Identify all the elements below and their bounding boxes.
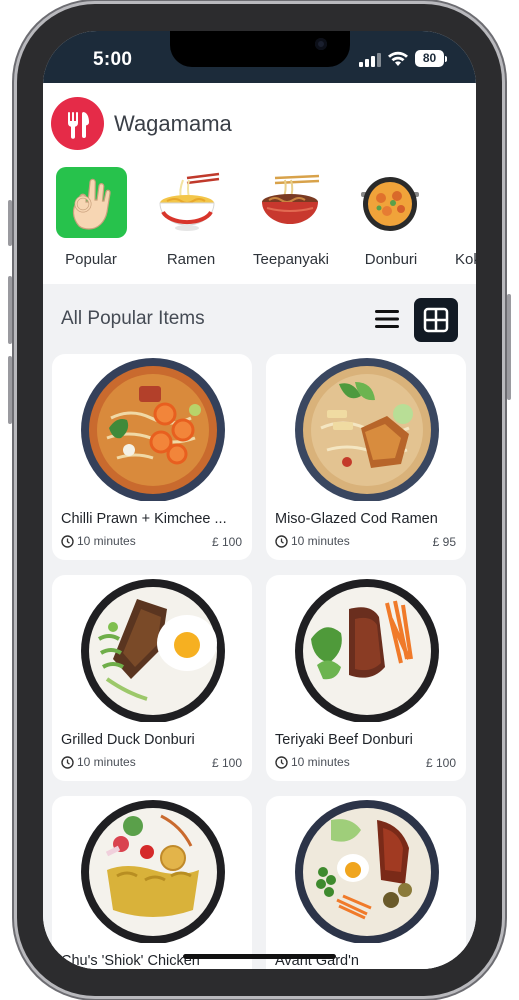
signal-icon: [359, 53, 381, 67]
home-indicator[interactable]: [183, 954, 336, 959]
items-section: All Popular Items Chilli Prawn + Kimchee…: [43, 284, 476, 969]
item-name: Grilled Duck Donburi: [61, 732, 195, 748]
food-card[interactable]: Miso-Glazed Cod Ramen 10 minutes £ 95: [266, 354, 466, 560]
chicken-bowl-image: [81, 800, 225, 943]
ramen-bowl-icon: [154, 167, 226, 239]
status-time: 5:00: [93, 49, 133, 70]
prep-time: 10 minutes: [61, 534, 136, 548]
app-title: Wagamama: [114, 111, 232, 136]
category-popular[interactable]: Popular: [43, 167, 133, 277]
avant-gardn-image: [295, 800, 439, 943]
category-partial[interactable]: Kok: [443, 167, 476, 277]
section-title: All Popular Items: [61, 308, 205, 329]
item-price: £ 95: [432, 535, 456, 549]
app-header: Wagamama: [43, 83, 476, 163]
prep-time: 10 minutes: [275, 534, 350, 548]
category-donburi[interactable]: Donburi: [343, 167, 433, 277]
camera-icon: [315, 38, 327, 50]
grid-view-icon[interactable]: [414, 298, 458, 342]
cod-ramen-image: [295, 358, 439, 501]
clock-icon: [275, 755, 288, 769]
food-card[interactable]: Avant Gard'n: [266, 796, 466, 969]
list-view-icon[interactable]: [373, 305, 401, 333]
food-card[interactable]: Chu's 'Shiok' Chicken: [52, 796, 252, 969]
app-screen: 5:00 80 Wagamama Popular Ramen Teepanyak…: [43, 31, 476, 969]
category-teepanyaki[interactable]: Teepanyaki: [243, 167, 333, 277]
beef-donburi-image: [295, 579, 439, 722]
clock-icon: [61, 534, 74, 548]
power-button: [507, 294, 511, 400]
category-label: Kok: [455, 251, 476, 268]
noodle-bowl-icon: [254, 167, 326, 239]
battery-indicator: 80: [415, 50, 447, 67]
category-label: Popular: [65, 251, 117, 268]
silent-switch: [8, 200, 12, 246]
food-card[interactable]: Grilled Duck Donburi 10 minutes £ 100: [52, 575, 252, 781]
status-bar: 5:00 80: [43, 31, 476, 83]
category-label: Teepanyaki: [253, 251, 329, 268]
category-ramen[interactable]: Ramen: [143, 167, 233, 277]
clock-icon: [61, 755, 74, 769]
item-name: Teriyaki Beef Donburi: [275, 732, 413, 748]
category-label: Donburi: [364, 251, 418, 268]
food-card[interactable]: Teriyaki Beef Donburi 10 minutes £ 100: [266, 575, 466, 781]
donburi-pan-icon: [354, 167, 426, 239]
volume-up-button: [8, 276, 12, 344]
item-name: Chilli Prawn + Kimchee ...: [61, 511, 227, 527]
prawn-ramen-image: [81, 358, 225, 501]
duck-donburi-image: [81, 579, 225, 722]
item-price: £ 100: [425, 756, 456, 770]
category-bar: Popular Ramen Teepanyaki Donburi Ko: [43, 163, 476, 284]
item-price: £ 100: [211, 535, 242, 549]
prep-time: 10 minutes: [61, 755, 136, 769]
prep-time-text: 10 minutes: [291, 755, 350, 769]
category-label: Ramen: [166, 251, 216, 268]
prep-time-text: 10 minutes: [77, 755, 136, 769]
item-price: £ 100: [211, 756, 242, 770]
clock-icon: [275, 534, 288, 548]
item-name: Miso-Glazed Cod Ramen: [275, 511, 438, 527]
dynamic-island: [170, 31, 350, 67]
wifi-icon: [388, 51, 408, 66]
fork-knife-icon[interactable]: [51, 97, 104, 150]
prep-time-text: 10 minutes: [291, 534, 350, 548]
volume-down-button: [8, 356, 12, 424]
food-card[interactable]: Chilli Prawn + Kimchee ... 10 minutes £ …: [52, 354, 252, 560]
ok-hand-icon: [56, 167, 127, 238]
prep-time: 10 minutes: [275, 755, 350, 769]
partial-icon: [463, 167, 476, 239]
prep-time-text: 10 minutes: [77, 534, 136, 548]
